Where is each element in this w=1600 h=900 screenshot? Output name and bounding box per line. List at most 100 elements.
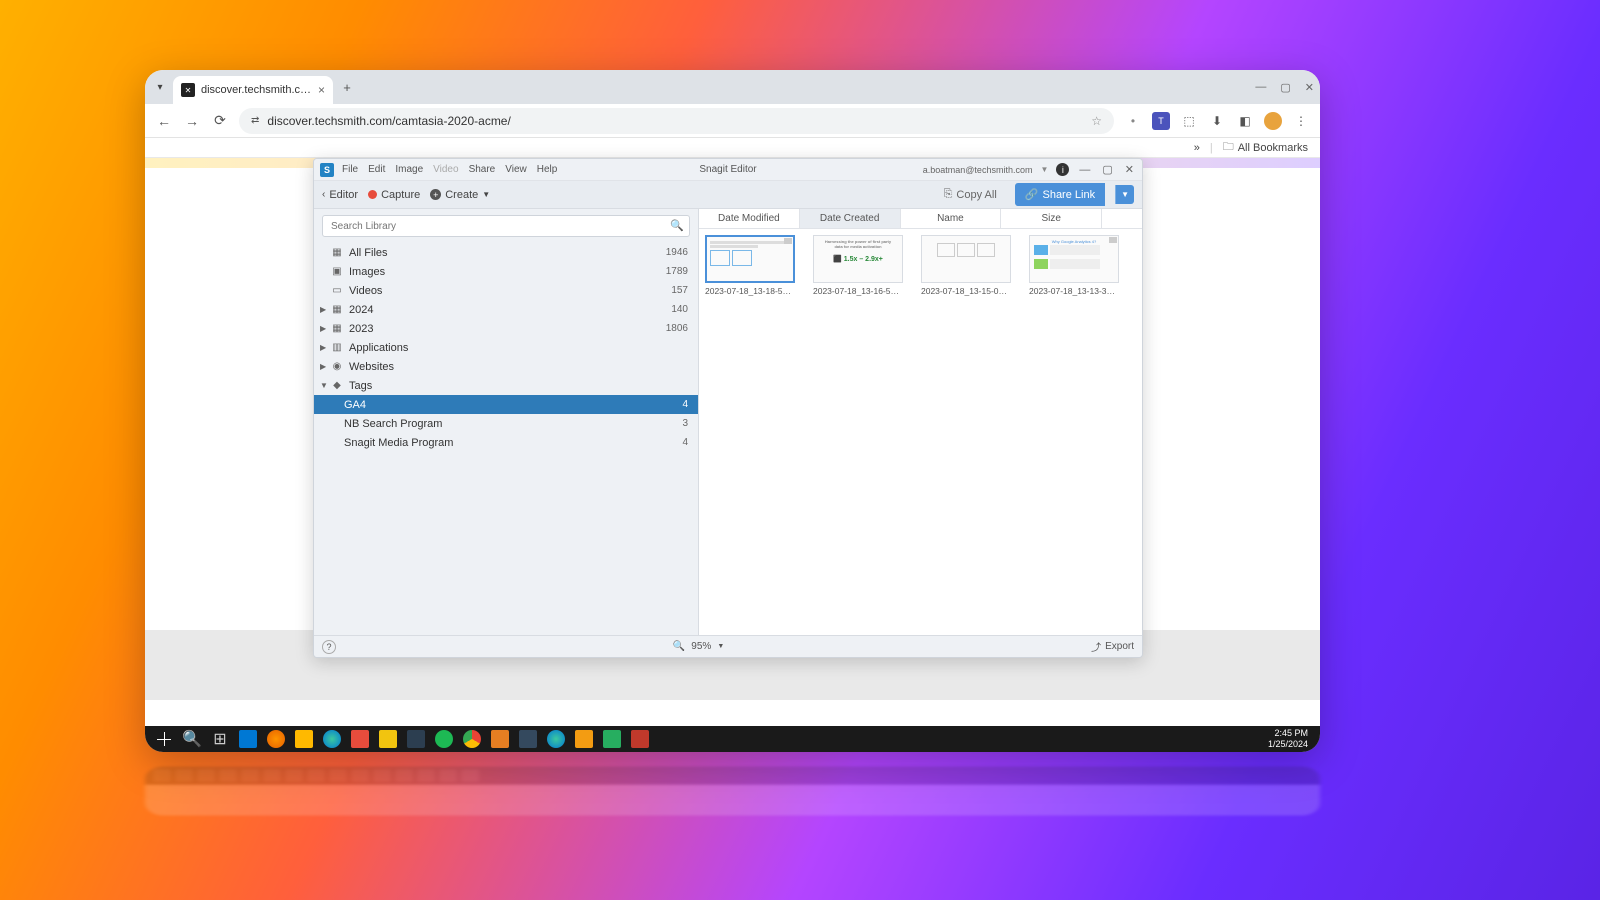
library-item[interactable]: 2023-07-18_13-18-54.snagx xyxy=(705,235,795,296)
menu-video[interactable]: Video xyxy=(433,164,458,175)
export-button[interactable]: ⤴ Export xyxy=(1091,639,1134,654)
library-item[interactable]: Harnessing the power of first partydata … xyxy=(813,235,903,296)
sidebar-item-2023[interactable]: ▶▦ 2023 1806 xyxy=(314,319,698,338)
sidebar-item-websites[interactable]: ▶◉ Websites xyxy=(314,357,698,376)
copy-all-button[interactable]: ⎘ Copy All xyxy=(936,184,1005,205)
sidebar-tag-ga4[interactable]: GA4 4 xyxy=(314,395,698,414)
snagit-maximize-button[interactable]: ▢ xyxy=(1100,163,1114,176)
sidebar-item-all-files[interactable]: ▦ All Files 1946 xyxy=(314,243,698,262)
sidebar-tag-snagit-media[interactable]: Snagit Media Program 4 xyxy=(314,433,698,452)
extension-teams-icon[interactable]: T xyxy=(1152,112,1170,130)
sort-name[interactable]: Name xyxy=(901,209,1002,228)
chevron-down-icon[interactable]: ▼ xyxy=(717,643,724,650)
forward-button[interactable]: → xyxy=(183,112,201,130)
sort-date-modified[interactable]: Date Modified xyxy=(699,209,800,228)
thumbnail[interactable]: Why Google Analytics 4? xyxy=(1029,235,1119,283)
taskbar-app-edge[interactable] xyxy=(319,728,345,750)
thumbnail[interactable] xyxy=(921,235,1011,283)
minimize-button[interactable]: — xyxy=(1255,81,1266,94)
menu-file[interactable]: File xyxy=(342,164,358,175)
all-bookmarks-button[interactable]: 🗀 All Bookmarks xyxy=(1223,138,1308,157)
snagit-close-button[interactable]: ✕ xyxy=(1123,163,1136,176)
bookmark-star-icon[interactable]: ☆ xyxy=(1091,114,1102,128)
browser-tab[interactable]: ✕ discover.techsmith.com/camta... × xyxy=(173,76,333,104)
taskbar-app-explorer[interactable] xyxy=(291,728,317,750)
start-button[interactable] xyxy=(151,728,177,750)
account-label[interactable]: a.boatman@techsmith.com xyxy=(923,165,1033,175)
sidebar-item-images[interactable]: ▣ Images 1789 xyxy=(314,262,698,281)
extension-icon[interactable]: • xyxy=(1124,112,1142,130)
sort-date-created[interactable]: Date Created xyxy=(800,209,901,228)
snagit-minimize-button[interactable]: — xyxy=(1077,164,1092,176)
capture-button[interactable]: Capture xyxy=(368,189,420,201)
extensions-menu-icon[interactable]: ⬚ xyxy=(1180,112,1198,130)
menu-view[interactable]: View xyxy=(505,164,527,175)
downloads-icon[interactable]: ⬇ xyxy=(1208,112,1226,130)
new-tab-button[interactable]: + xyxy=(337,77,357,97)
taskbar-app-spotify[interactable] xyxy=(431,728,457,750)
zoom-search-icon[interactable]: 🔍 xyxy=(673,641,685,652)
side-panel-icon[interactable]: ◧ xyxy=(1236,112,1254,130)
taskbar-app-snagit1[interactable] xyxy=(487,728,513,750)
taskbar-app-edge2[interactable] xyxy=(543,728,569,750)
zoom-level[interactable]: 95% xyxy=(691,641,711,652)
sidebar-item-2024[interactable]: ▶▦ 2024 140 xyxy=(314,300,698,319)
share-link-dropdown[interactable]: ▼ xyxy=(1115,185,1134,204)
taskbar-app-yellow2[interactable] xyxy=(571,728,597,750)
taskbar-app-recorder[interactable] xyxy=(627,728,653,750)
tag-icon: ◆ xyxy=(330,380,344,392)
sort-size[interactable]: Size xyxy=(1001,209,1102,228)
sidebar-item-videos[interactable]: ▭ Videos 157 xyxy=(314,281,698,300)
tab-search-button[interactable]: ▾ xyxy=(151,78,169,96)
menu-share[interactable]: Share xyxy=(469,164,496,175)
sidebar-tag-nb-search[interactable]: NB Search Program 3 xyxy=(314,414,698,433)
site-info-icon[interactable]: ⇄ xyxy=(251,115,259,126)
share-link-button[interactable]: 🔗 Share Link xyxy=(1015,183,1105,206)
close-window-button[interactable]: ✕ xyxy=(1305,81,1314,94)
help-icon[interactable]: ? xyxy=(322,640,336,654)
taskbar-app-outlook[interactable] xyxy=(235,728,261,750)
taskbar-app-firefox[interactable] xyxy=(263,728,289,750)
sidebar-item-tags[interactable]: ▼◆ Tags xyxy=(314,376,698,395)
url-input[interactable] xyxy=(267,114,1083,128)
thumbnail[interactable] xyxy=(705,235,795,283)
task-view-icon[interactable]: ⊞ xyxy=(207,728,233,750)
taskbar-search-icon[interactable]: 🔍 xyxy=(179,728,205,750)
taskbar-app-camtasia[interactable] xyxy=(599,728,625,750)
plus-circle-icon: + xyxy=(430,189,441,200)
back-button[interactable]: ← xyxy=(155,112,173,130)
calendar-icon: ▦ xyxy=(330,304,344,316)
menu-image[interactable]: Image xyxy=(395,164,423,175)
profile-avatar[interactable] xyxy=(1264,112,1282,130)
menu-edit[interactable]: Edit xyxy=(368,164,385,175)
maximize-button[interactable]: ▢ xyxy=(1280,81,1290,94)
taskbar-app-yellow[interactable] xyxy=(375,728,401,750)
taskbar-app-chrome[interactable] xyxy=(459,728,485,750)
search-icon[interactable]: 🔍 xyxy=(670,219,684,232)
expand-icon[interactable]: ▶ xyxy=(320,343,330,352)
library-item[interactable]: 2023-07-18_13-15-09.snagx xyxy=(921,235,1011,296)
editor-back-button[interactable]: ‹ Editor xyxy=(322,189,358,201)
search-input[interactable] xyxy=(322,215,690,237)
chrome-menu-icon[interactable]: ⋮ xyxy=(1292,112,1310,130)
menu-help[interactable]: Help xyxy=(537,164,558,175)
collapse-icon[interactable]: ▼ xyxy=(320,381,330,390)
app-icon: ▥ xyxy=(330,342,344,354)
system-tray-clock[interactable]: 2:45 PM 1/25/2024 xyxy=(1268,728,1314,750)
sidebar-item-applications[interactable]: ▶▥ Applications xyxy=(314,338,698,357)
bookmarks-overflow-icon[interactable]: » xyxy=(1194,142,1200,154)
expand-icon[interactable]: ▶ xyxy=(320,362,330,371)
create-button[interactable]: + Create ▼ xyxy=(430,189,490,201)
taskbar-app-wave[interactable] xyxy=(403,728,429,750)
info-icon[interactable]: i xyxy=(1056,163,1069,176)
taskbar-app-snagit2[interactable] xyxy=(515,728,541,750)
reload-button[interactable]: ⟳ xyxy=(211,112,229,130)
library-item[interactable]: Why Google Analytics 4? 2023-07-18_13-13… xyxy=(1029,235,1119,296)
close-tab-icon[interactable]: × xyxy=(318,83,325,97)
expand-icon[interactable]: ▶ xyxy=(320,324,330,333)
expand-icon[interactable]: ▶ xyxy=(320,305,330,314)
address-bar[interactable]: ⇄ ☆ xyxy=(239,108,1114,134)
sort-extra[interactable] xyxy=(1102,209,1142,228)
taskbar-app-red[interactable] xyxy=(347,728,373,750)
thumbnail[interactable]: Harnessing the power of first partydata … xyxy=(813,235,903,283)
